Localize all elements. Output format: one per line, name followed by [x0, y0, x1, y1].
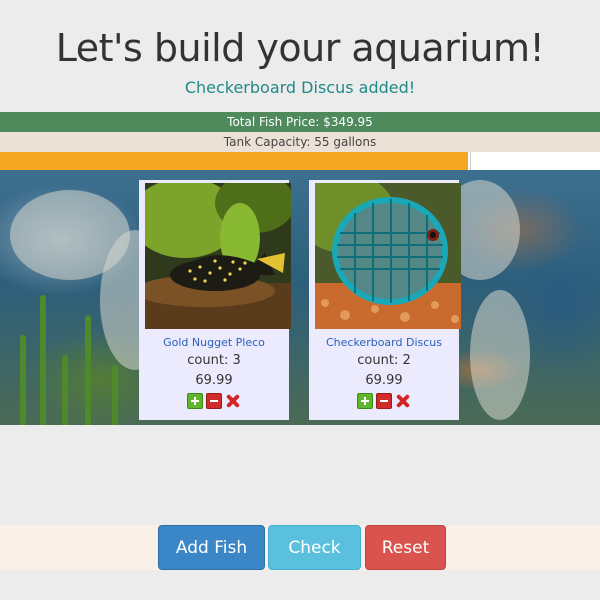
plant: [40, 295, 46, 425]
tank-capacity-bar: Tank Capacity: 55 gallons: [0, 132, 600, 152]
fish-actions: [309, 393, 459, 409]
plant: [20, 335, 26, 425]
plant: [62, 355, 68, 425]
progress-divider: [470, 152, 471, 170]
fish-price: 69.99: [195, 373, 233, 388]
page-title: Let's build your aquarium!: [55, 26, 545, 70]
fish-count: count: 2: [357, 353, 411, 368]
fish-count: count: 3: [187, 353, 241, 368]
fish-name-link[interactable]: Checkerboard Discus: [309, 336, 459, 349]
add-fish-button[interactable]: Add Fish: [158, 525, 265, 570]
capacity-progress-fill: [0, 152, 468, 170]
total-price-bar: Total Fish Price: $349.95: [0, 112, 600, 132]
remove-icon[interactable]: [225, 393, 241, 409]
fish-card: Checkerboard Discus count: 2 69.99: [309, 180, 461, 420]
minus-icon[interactable]: [206, 393, 222, 409]
plant: [112, 365, 118, 425]
check-button[interactable]: Check: [268, 525, 361, 570]
fish-card: Gold Nugget Pleco count: 3 69.99: [139, 180, 291, 420]
fish-name-link[interactable]: Gold Nugget Pleco: [139, 336, 289, 349]
fish-actions: [139, 393, 289, 409]
fish-image: [315, 183, 461, 329]
status-message: Checkerboard Discus added!: [184, 78, 416, 97]
aquarium-background: [0, 170, 600, 425]
reset-button[interactable]: Reset: [365, 525, 446, 570]
remove-icon[interactable]: [395, 393, 411, 409]
coral-rock: [470, 290, 530, 420]
fish-price: 69.99: [365, 373, 403, 388]
minus-icon[interactable]: [376, 393, 392, 409]
plus-icon[interactable]: [357, 393, 373, 409]
capacity-progress-bar: [0, 152, 600, 170]
plant: [85, 315, 91, 425]
fish-image: [145, 183, 291, 329]
plus-icon[interactable]: [187, 393, 203, 409]
